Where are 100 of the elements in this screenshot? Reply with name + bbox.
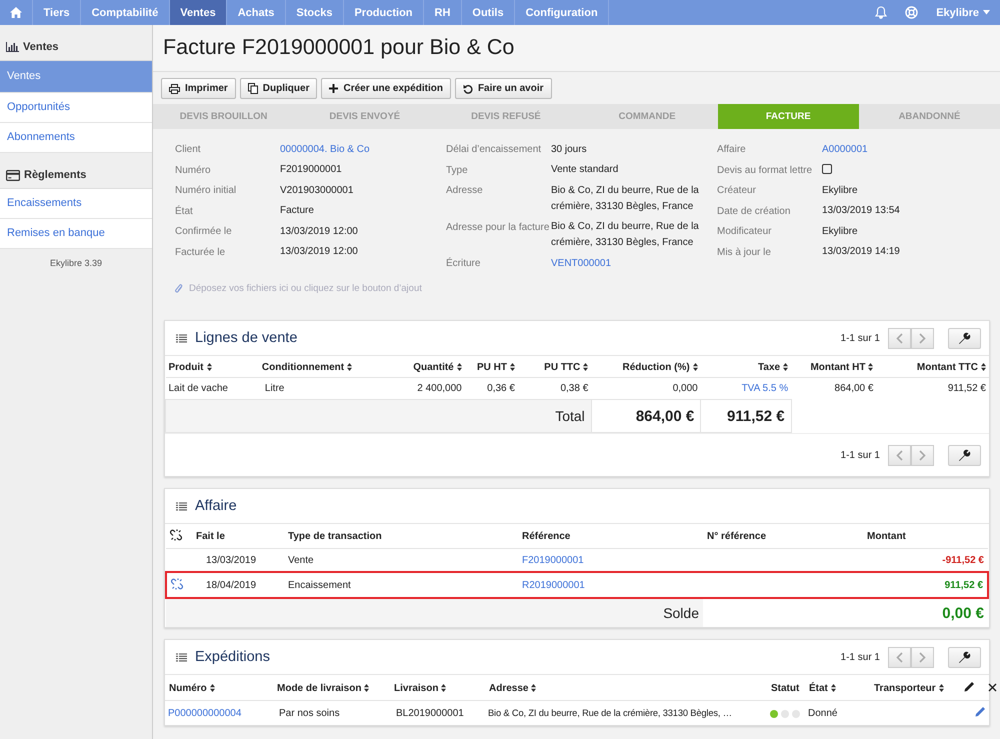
field-value: Ekylibre — [822, 184, 858, 198]
field-label: Adresse pour la facture — [446, 220, 550, 234]
sort-icon[interactable] — [364, 684, 370, 692]
sort-icon[interactable] — [510, 363, 515, 371]
sort-icon[interactable] — [868, 363, 874, 371]
total-with-tax: 911,52 € — [700, 400, 792, 432]
sidebar-item[interactable]: Abonnements — [0, 123, 152, 153]
sidebar-item[interactable]: Opportunités — [0, 93, 152, 123]
sort-icon[interactable] — [206, 363, 212, 371]
sort-icon[interactable] — [583, 363, 588, 371]
field-value: 30 jours — [551, 142, 587, 156]
settings-button[interactable] — [948, 328, 981, 348]
field-link[interactable]: A0000001 — [822, 144, 868, 154]
field-link[interactable]: VENT000001 — [551, 258, 612, 268]
column-header[interactable]: Réduction (%) — [622, 362, 690, 373]
edit-icon[interactable] — [964, 681, 975, 692]
action-button[interactable]: Faire un avoir — [454, 78, 552, 99]
field-value: Vente standard — [551, 163, 618, 177]
column-header[interactable]: PU HT — [476, 362, 507, 373]
caret-icon — [983, 10, 990, 15]
sort-icon[interactable] — [938, 684, 944, 692]
checkbox[interactable] — [822, 164, 832, 174]
copy-icon — [248, 83, 258, 94]
field-label: Modificateur — [717, 225, 772, 239]
column-header[interactable]: Conditionnement — [262, 362, 344, 373]
column-header[interactable]: Quantité — [413, 362, 454, 373]
sort-icon[interactable] — [692, 363, 698, 371]
reference-link[interactable]: R2019000001 — [522, 580, 585, 591]
list-icon — [176, 652, 187, 662]
field-link[interactable]: 00000004. Bio & Co — [280, 144, 370, 154]
table-cell: Par nos soins — [279, 708, 340, 718]
sidebar-item[interactable]: Remises en banque — [0, 219, 152, 249]
field-value: Ekylibre — [822, 224, 858, 238]
chevron-right-icon — [919, 332, 926, 344]
chevron-left-icon — [896, 652, 903, 662]
sidebar-item[interactable]: Encaissements — [0, 189, 152, 219]
close-icon[interactable] — [988, 683, 997, 692]
sort-icon[interactable] — [210, 684, 215, 692]
column-header[interactable]: Taxe — [758, 362, 780, 373]
settings-button[interactable] — [948, 444, 981, 466]
table-cell: 864,00 € — [834, 383, 874, 394]
pagination-text: 1-1 sur 1 — [840, 332, 880, 344]
sort-icon[interactable] — [783, 363, 788, 371]
unlink-icon[interactable] — [170, 529, 182, 541]
chevron-right-icon — [919, 652, 926, 662]
column-header[interactable]: Produit — [168, 362, 204, 373]
bell-icon[interactable] — [875, 6, 888, 19]
column-header[interactable]: Livraison — [390, 675, 485, 700]
field-label: Type — [446, 164, 469, 178]
user-menu[interactable]: Ekylibre — [936, 0, 1000, 25]
sort-icon[interactable] — [531, 684, 536, 692]
field-label: Mis à jour le — [717, 246, 772, 260]
action-button[interactable]: Dupliquer — [240, 78, 318, 99]
column-header[interactable]: Mode de livraison — [273, 675, 390, 700]
sort-icon[interactable] — [981, 363, 986, 371]
field-label: Client — [175, 143, 202, 157]
column-header[interactable]: Transporteur — [870, 675, 960, 700]
status-step: DEVIS BROUILLON — [153, 104, 294, 129]
column-header[interactable]: Montant TTC — [916, 362, 978, 373]
total-pretax: 864,00 € — [591, 400, 701, 432]
link-icon[interactable] — [171, 578, 183, 590]
column-header: Statut — [767, 675, 805, 700]
help-icon[interactable] — [905, 6, 918, 19]
table-cell: 0,36 € — [487, 383, 515, 394]
tax-link[interactable]: TVA 5.5 % — [742, 383, 788, 394]
balance-label: Solde — [166, 598, 703, 627]
sidebar-item[interactable]: Ventes — [0, 61, 152, 93]
list-icon — [176, 502, 187, 510]
column-header[interactable]: Adresse — [485, 675, 767, 700]
table-cell: Donné — [808, 708, 838, 718]
field-label: Créateur — [717, 184, 757, 198]
sort-icon[interactable] — [347, 363, 352, 371]
settings-button[interactable] — [948, 646, 981, 668]
column-header[interactable]: Numéro — [165, 675, 273, 700]
amount-cell: 911,52 € — [944, 580, 983, 591]
status-step: COMMANDE — [576, 104, 718, 129]
column-header[interactable]: PU TTC — [544, 362, 580, 373]
sort-icon[interactable] — [830, 684, 836, 692]
column-header[interactable]: Montant HT — [810, 362, 866, 373]
column-header[interactable]: État — [805, 675, 870, 700]
field-label: Devis au format lettre — [717, 164, 814, 178]
chevron-right-icon — [919, 450, 926, 460]
field-label: Écriture — [446, 257, 482, 271]
field-value: F2019000001 — [280, 163, 342, 177]
sidebar-heading: Règlements — [24, 169, 86, 181]
bar-chart-icon — [6, 42, 19, 52]
field-value: 13/03/2019 14:19 — [822, 245, 900, 259]
action-button[interactable]: Imprimer — [161, 78, 236, 99]
shipment-link[interactable]: P000000000004 — [168, 708, 242, 718]
field-label: Date de création — [717, 204, 792, 218]
sort-icon[interactable] — [441, 684, 446, 692]
chevron-left-icon — [896, 450, 903, 460]
date-cell: 13/03/2019 — [206, 555, 256, 566]
column-header: Référence — [522, 531, 570, 542]
sort-icon[interactable] — [456, 363, 462, 371]
column-header: Montant — [867, 531, 906, 542]
reference-link[interactable]: F2019000001 — [522, 555, 584, 566]
action-button[interactable]: Créer une expédition — [321, 78, 451, 99]
table-cell: 0,38 € — [560, 383, 588, 394]
nav-tab[interactable]: Ventes — [170, 0, 228, 25]
